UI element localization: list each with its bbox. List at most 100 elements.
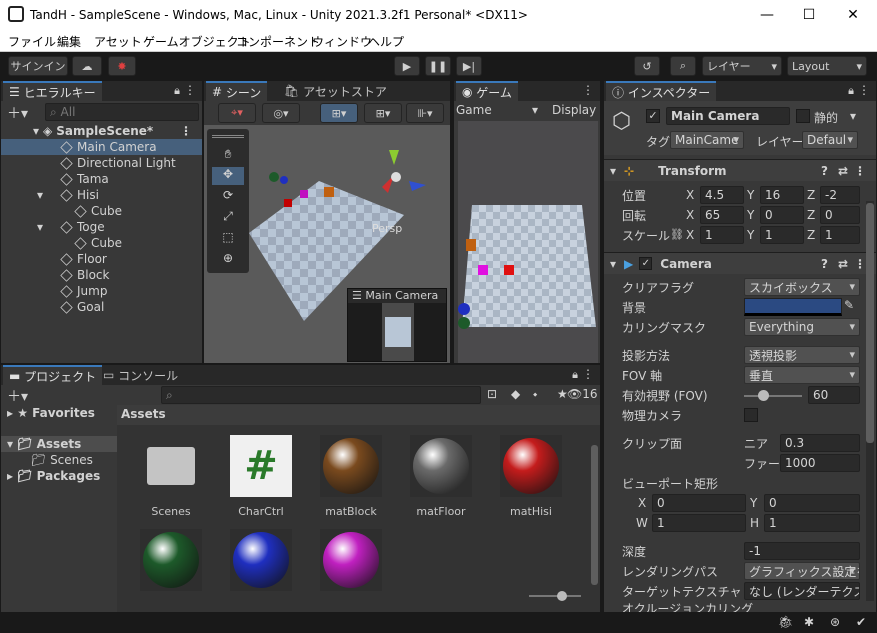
signin-button[interactable]: サインイン (8, 56, 68, 76)
preset-icon[interactable]: ⇄ (838, 164, 848, 178)
hand-tool-icon[interactable]: ✋︎ (212, 147, 244, 165)
target-texture-field[interactable]: なし (レンダーテクスチ (744, 582, 860, 600)
label-filter-icon[interactable]: ⬩ (533, 387, 537, 402)
background-color-field[interactable] (744, 298, 842, 316)
expand-arrow-icon[interactable]: ▾ (37, 188, 43, 202)
breadcrumb[interactable]: Assets (117, 405, 600, 425)
asset-scrollbar[interactable] (591, 445, 598, 585)
more-icon[interactable]: ⋮ (180, 124, 192, 138)
asset-item[interactable]: Scenes (131, 435, 211, 518)
tab-inspector[interactable]: ⓘ インスペクター (606, 81, 717, 101)
move-tool-icon[interactable]: ✥ (212, 167, 244, 185)
transform-tool-icon[interactable]: ⊕ (212, 251, 244, 269)
toggle-dropdown[interactable]: ⊪▾ (406, 103, 444, 123)
fov-field[interactable]: 60 (808, 386, 860, 404)
menu-help[interactable]: ヘルプ (368, 33, 404, 50)
hierarchy-item[interactable]: Cube (1, 203, 202, 219)
menu-component[interactable]: コンポーネント (236, 33, 320, 50)
camera-header[interactable]: ▾ ▶ ✓ Camera ? ⇄ ⋮ (604, 252, 876, 274)
rendering-path-dropdown[interactable]: グラフィックス設定を使 (744, 562, 860, 580)
position-z-field[interactable]: -2 (820, 186, 860, 204)
hierarchy-item[interactable]: Floor (1, 251, 202, 267)
camera-enabled-checkbox[interactable]: ✓ (639, 257, 653, 270)
viewport-y-field[interactable]: 0 (764, 494, 860, 512)
active-checkbox[interactable]: ✓ (646, 109, 660, 123)
hierarchy-item[interactable]: Tama (1, 171, 202, 187)
asset-item[interactable]: matBlock (311, 435, 391, 518)
history-icon[interactable]: ↺ (634, 56, 660, 76)
zoom-slider-thumb[interactable] (557, 591, 567, 601)
type-filter-icon[interactable]: ◆ (511, 387, 520, 401)
projection-dropdown[interactable]: 透視投影 (744, 346, 860, 364)
expand-arrow-icon[interactable]: ▾ (37, 220, 43, 234)
help-icon[interactable]: ? (821, 164, 828, 178)
debug-icon[interactable]: 🐞︎ (778, 615, 793, 629)
more-icon[interactable]: ⋮ (858, 83, 870, 97)
link-icon[interactable]: ⛓ (670, 228, 684, 241)
more-icon[interactable]: ⋮ (184, 83, 196, 97)
position-x-field[interactable]: 4.5 (700, 186, 744, 204)
rotation-x-field[interactable]: 65 (700, 206, 744, 224)
tab-hierarchy[interactable]: ☰ ヒエラルキー (3, 81, 102, 101)
layers-dropdown[interactable]: レイヤー ▾ (702, 56, 782, 76)
zoom-slider-track[interactable] (529, 595, 581, 597)
hierarchy-search-input[interactable]: ⌕ All (45, 103, 199, 121)
hierarchy-item[interactable]: ▾ Toge (1, 219, 202, 235)
palette-grip-icon[interactable] (212, 135, 244, 138)
inspector-scroll-thumb[interactable] (866, 203, 874, 443)
layout-dropdown[interactable]: Layout ▾ (787, 56, 867, 76)
fov-axis-dropdown[interactable]: 垂直 (744, 366, 860, 384)
scale-x-field[interactable]: 1 (700, 226, 744, 244)
close-button[interactable]: ✕ (831, 0, 875, 30)
tree-packages[interactable]: ▸ 📁︎ Packages (7, 468, 100, 484)
play-button[interactable]: ▶ (394, 56, 420, 76)
tab-game[interactable]: ◉ ゲーム (456, 81, 518, 101)
lock-icon[interactable]: 🔒︎ (572, 368, 578, 382)
render-mode-dropdown[interactable]: ◎▾ (262, 103, 300, 123)
gizmo-dropdown[interactable]: ⊞▾ (364, 103, 402, 123)
persp-label[interactable]: Persp (372, 222, 402, 235)
menu-assets[interactable]: アセット (94, 33, 142, 50)
search-filter-icon[interactable]: ⊡ (487, 387, 497, 401)
hierarchy-item[interactable]: Main Camera (1, 139, 202, 155)
tab-scene[interactable]: # シーン (206, 81, 268, 101)
far-clip-field[interactable]: 1000 (780, 454, 860, 472)
clear-flags-dropdown[interactable]: スカイボックス (744, 278, 860, 296)
object-name-input[interactable]: Main Camera (666, 107, 790, 125)
more-icon[interactable]: ⋮ (582, 367, 594, 381)
rotate-tool-icon[interactable]: ⟳ (212, 188, 244, 206)
inspector-scrollbar[interactable] (866, 201, 874, 601)
asset-item[interactable]: # CharCtrl (221, 435, 301, 518)
viewport-w-field[interactable]: 1 (652, 514, 746, 532)
draw-mode-dropdown[interactable]: ⌖▾ (218, 103, 256, 123)
culling-mask-dropdown[interactable]: Everything (744, 318, 860, 336)
rotation-z-field[interactable]: 0 (820, 206, 860, 224)
progress-check-icon[interactable]: ✔ (856, 615, 866, 629)
more-icon[interactable]: ⋮ (854, 257, 866, 271)
tree-favorites[interactable]: ▸ ★ Favorites (7, 405, 95, 421)
scale-tool-icon[interactable]: ⤢ (212, 209, 244, 227)
position-y-field[interactable]: 16 (760, 186, 804, 204)
tag-dropdown[interactable]: MainCame (670, 131, 744, 149)
tree-scenes[interactable]: 📁︎ Scenes (31, 452, 93, 468)
asset-item[interactable]: matFloor (401, 435, 481, 518)
maximize-button[interactable]: ☐ (787, 0, 831, 30)
add-icon[interactable]: ＋▾ (7, 386, 28, 406)
fov-slider-thumb[interactable] (758, 390, 769, 401)
add-icon[interactable]: ＋▾ (7, 103, 28, 123)
hierarchy-item[interactable]: Goal (1, 299, 202, 315)
scale-z-field[interactable]: 1 (820, 226, 860, 244)
more-icon[interactable]: ⋮ (854, 164, 866, 178)
depth-field[interactable]: -1 (744, 542, 860, 560)
foldout-arrow-icon[interactable]: ▾ (610, 164, 616, 178)
help-icon[interactable]: ? (821, 257, 828, 271)
cloud-icon[interactable]: ☁ (72, 56, 102, 76)
more-icon[interactable]: ⋮ (582, 83, 594, 97)
near-clip-field[interactable]: 0.3 (780, 434, 860, 452)
scale-y-field[interactable]: 1 (760, 226, 804, 244)
eyedropper-icon[interactable]: ✎ (844, 298, 854, 312)
menu-file[interactable]: ファイル (8, 33, 56, 50)
expand-arrow-icon[interactable]: ▾ (33, 124, 39, 138)
asset-item[interactable]: matHisi (491, 435, 571, 518)
viewport-x-field[interactable]: 0 (652, 494, 746, 512)
